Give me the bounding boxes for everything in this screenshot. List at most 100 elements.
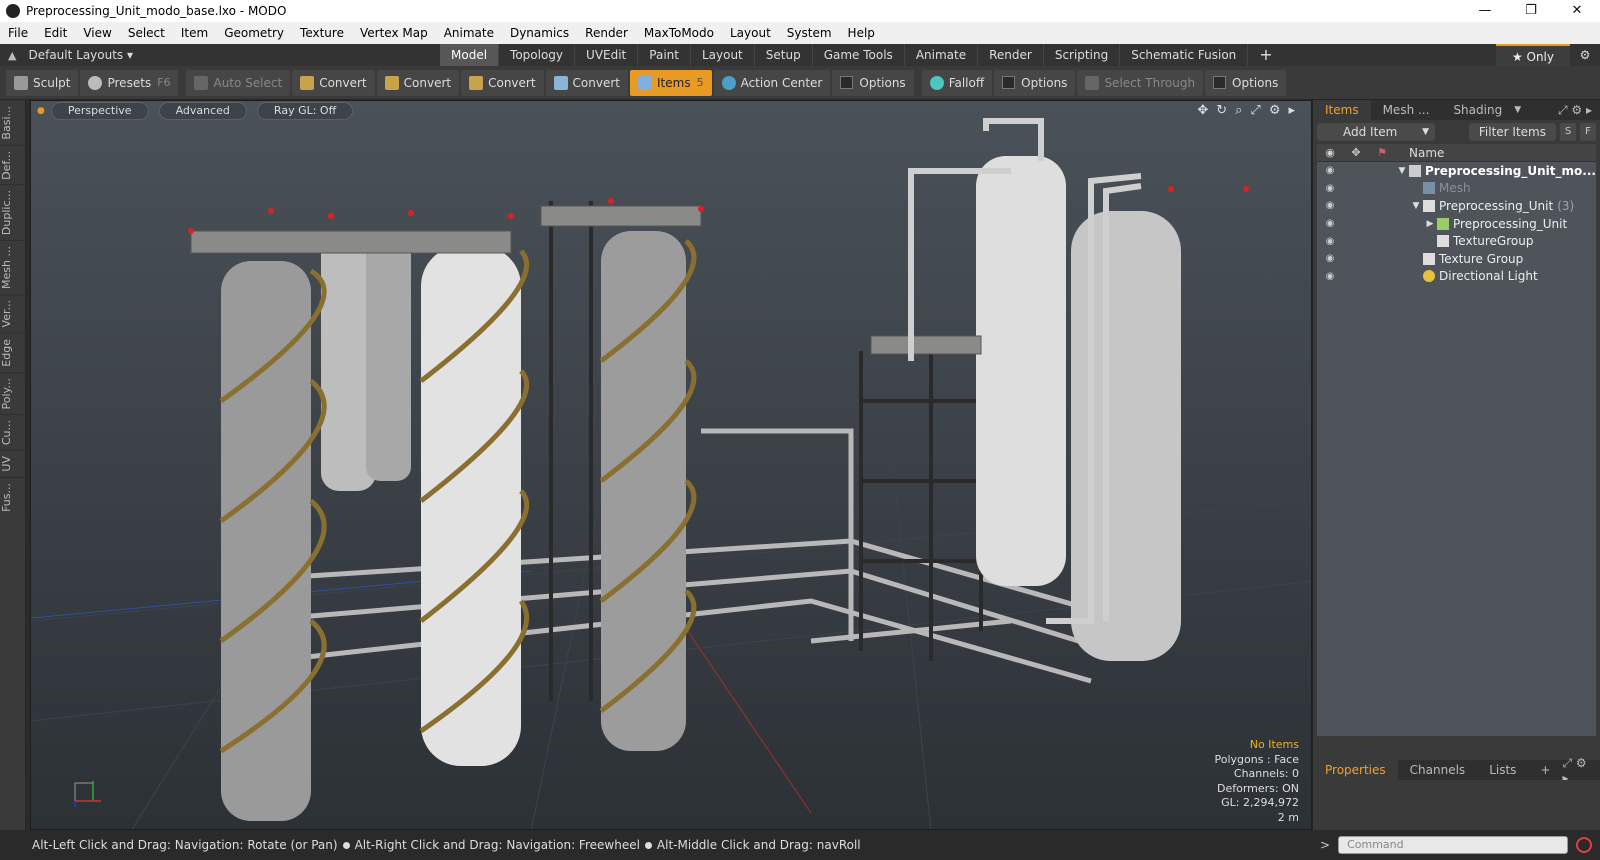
- lefttab-polygon[interactable]: Poly...: [0, 371, 26, 415]
- perspective-dropdown[interactable]: Perspective: [50, 102, 149, 120]
- lefttab-basic[interactable]: Basi...: [0, 100, 26, 145]
- eye-icon[interactable]: ◉: [1317, 165, 1343, 176]
- record-icon[interactable]: [1576, 837, 1593, 853]
- auto-select-button[interactable]: Auto Select: [186, 69, 291, 96]
- maximize-icon[interactable]: ⤢: [1250, 103, 1260, 118]
- visibility-col-eye-icon[interactable]: ◉: [1317, 146, 1343, 159]
- eye-icon[interactable]: ◉: [1317, 271, 1343, 282]
- command-input[interactable]: Command: [1338, 836, 1569, 854]
- menu-render[interactable]: Render: [577, 26, 636, 40]
- convert-materials-button[interactable]: Convert: [545, 69, 628, 96]
- tree-row[interactable]: ◉ ▶ Preprocessing_Unit: [1317, 215, 1596, 233]
- tab-items[interactable]: Items: [1313, 100, 1371, 120]
- menu-layout[interactable]: Layout: [722, 26, 779, 40]
- menu-system[interactable]: System: [779, 26, 840, 40]
- lock-col-icon[interactable]: ✥: [1343, 146, 1369, 159]
- play-icon[interactable]: ▸: [1288, 103, 1295, 118]
- eye-icon[interactable]: ◉: [1317, 253, 1343, 264]
- tree-row[interactable]: ◉ ▼ Preprocessing_Unit_mo...: [1317, 162, 1596, 180]
- options-checkbox[interactable]: [840, 76, 854, 89]
- menu-vertex-map[interactable]: Vertex Map: [352, 26, 436, 40]
- lefttab-deform[interactable]: Def...: [0, 144, 26, 185]
- tab-paint[interactable]: Paint: [638, 44, 691, 66]
- close-button[interactable]: ✕: [1554, 0, 1600, 22]
- eye-icon[interactable]: ◉: [1317, 218, 1343, 229]
- tab-render[interactable]: Render: [978, 44, 1044, 66]
- layouts-dropdown[interactable]: Default Layouts ▾: [28, 48, 133, 62]
- lefttab-fusion[interactable]: Fus...: [0, 476, 26, 517]
- lefttab-mesh[interactable]: Mesh ...: [0, 240, 26, 295]
- add-tab-button[interactable]: +: [1248, 44, 1283, 66]
- tab-animate[interactable]: Animate: [905, 44, 979, 66]
- tab-topology[interactable]: Topology: [499, 44, 576, 66]
- menu-animate[interactable]: Animate: [436, 26, 502, 40]
- raygl-toggle[interactable]: Ray GL: Off: [256, 102, 354, 120]
- advanced-dropdown[interactable]: Advanced: [158, 102, 247, 120]
- pan-icon[interactable]: ✥: [1197, 103, 1208, 118]
- only-button[interactable]: ★ Only: [1495, 44, 1570, 66]
- zoom-icon[interactable]: ⌕: [1235, 103, 1242, 118]
- viewport-3d[interactable]: ● Perspective Advanced Ray GL: Off ✥ ↻ ⌕…: [30, 100, 1312, 830]
- eye-icon[interactable]: ◉: [1317, 236, 1343, 247]
- gear-icon[interactable]: ⚙: [1570, 44, 1600, 66]
- expand-arrow-icon[interactable]: ▼: [1395, 166, 1409, 176]
- options-checkbox[interactable]: [1213, 76, 1227, 89]
- filter-items-button[interactable]: Filter Items: [1468, 123, 1556, 141]
- add-item-button[interactable]: Add Item: [1317, 123, 1435, 141]
- tab-game-tools[interactable]: Game Tools: [813, 44, 905, 66]
- items-mode-button[interactable]: Items 5: [630, 69, 712, 96]
- expand-arrow-icon[interactable]: ▼: [1409, 201, 1423, 211]
- render-col-icon[interactable]: ⚑: [1369, 146, 1395, 159]
- tab-lists[interactable]: Lists: [1477, 760, 1528, 780]
- maximize-button[interactable]: ❐: [1508, 0, 1554, 22]
- falloff-button[interactable]: Falloff: [921, 69, 993, 96]
- menu-dynamics[interactable]: Dynamics: [502, 26, 577, 40]
- menu-edit[interactable]: Edit: [36, 26, 75, 40]
- panel-expand-gear-icon[interactable]: ⤢ ⚙ ▸: [1558, 103, 1600, 118]
- menu-geometry[interactable]: Geometry: [216, 26, 292, 40]
- tab-layout[interactable]: Layout: [691, 44, 755, 66]
- menu-file[interactable]: File: [0, 26, 36, 40]
- expand-arrow-icon[interactable]: ▶: [1423, 219, 1437, 229]
- s-button[interactable]: S: [1560, 123, 1576, 141]
- tab-setup[interactable]: Setup: [755, 44, 813, 66]
- tree-row[interactable]: ◉ Mesh: [1317, 180, 1596, 198]
- tree-row[interactable]: ◉ Directional Light: [1317, 268, 1596, 286]
- tab-channels[interactable]: Channels: [1398, 760, 1478, 780]
- tab-shading[interactable]: Shading: [1441, 100, 1514, 120]
- presets-button[interactable]: Presets F6: [80, 69, 179, 96]
- convert-vertices-button[interactable]: Convert: [292, 69, 375, 96]
- tab-uvedit[interactable]: UVEdit: [575, 44, 639, 66]
- viewport-menu-icon[interactable]: ●: [37, 106, 45, 116]
- eye-icon[interactable]: ◉: [1317, 183, 1343, 194]
- select-through-options[interactable]: Options: [1205, 69, 1287, 96]
- f-button[interactable]: F: [1580, 123, 1596, 141]
- action-center-options[interactable]: Options: [832, 69, 914, 96]
- eye-icon[interactable]: ◉: [1317, 200, 1343, 211]
- viewport-gear-icon[interactable]: ⚙: [1269, 103, 1281, 118]
- tab-schematic-fusion[interactable]: Schematic Fusion: [1120, 44, 1249, 66]
- name-column-header[interactable]: Name: [1395, 146, 1444, 160]
- convert-polygons-button[interactable]: Convert: [461, 69, 544, 96]
- sculpt-button[interactable]: Sculpt: [6, 69, 79, 96]
- options-checkbox[interactable]: [1002, 76, 1016, 89]
- lefttab-edge[interactable]: Edge: [0, 332, 26, 372]
- tab-properties[interactable]: Properties: [1313, 760, 1398, 780]
- action-center-button[interactable]: Action Center: [713, 69, 831, 96]
- tree-row[interactable]: ◉ TextureGroup: [1317, 232, 1596, 250]
- minimize-button[interactable]: —: [1462, 0, 1508, 22]
- select-through-button[interactable]: Select Through: [1077, 69, 1204, 96]
- pin-icon[interactable]: ▲: [8, 49, 16, 62]
- falloff-options[interactable]: Options: [994, 69, 1076, 96]
- lefttab-uv[interactable]: UV: [0, 450, 26, 477]
- menu-texture[interactable]: Texture: [292, 26, 352, 40]
- menu-view[interactable]: View: [75, 26, 119, 40]
- tab-scripting[interactable]: Scripting: [1044, 44, 1121, 66]
- lefttab-duplicate[interactable]: Duplic...: [0, 184, 26, 241]
- tab-mesh[interactable]: Mesh ...: [1371, 100, 1442, 120]
- tab-model[interactable]: Model: [440, 44, 500, 66]
- panel-dropdown-icon[interactable]: ▼: [1514, 105, 1521, 115]
- lefttab-vertex[interactable]: Ver...: [0, 294, 26, 333]
- lefttab-curve[interactable]: Cu...: [0, 414, 26, 451]
- tree-row[interactable]: ◉ Texture Group: [1317, 250, 1596, 268]
